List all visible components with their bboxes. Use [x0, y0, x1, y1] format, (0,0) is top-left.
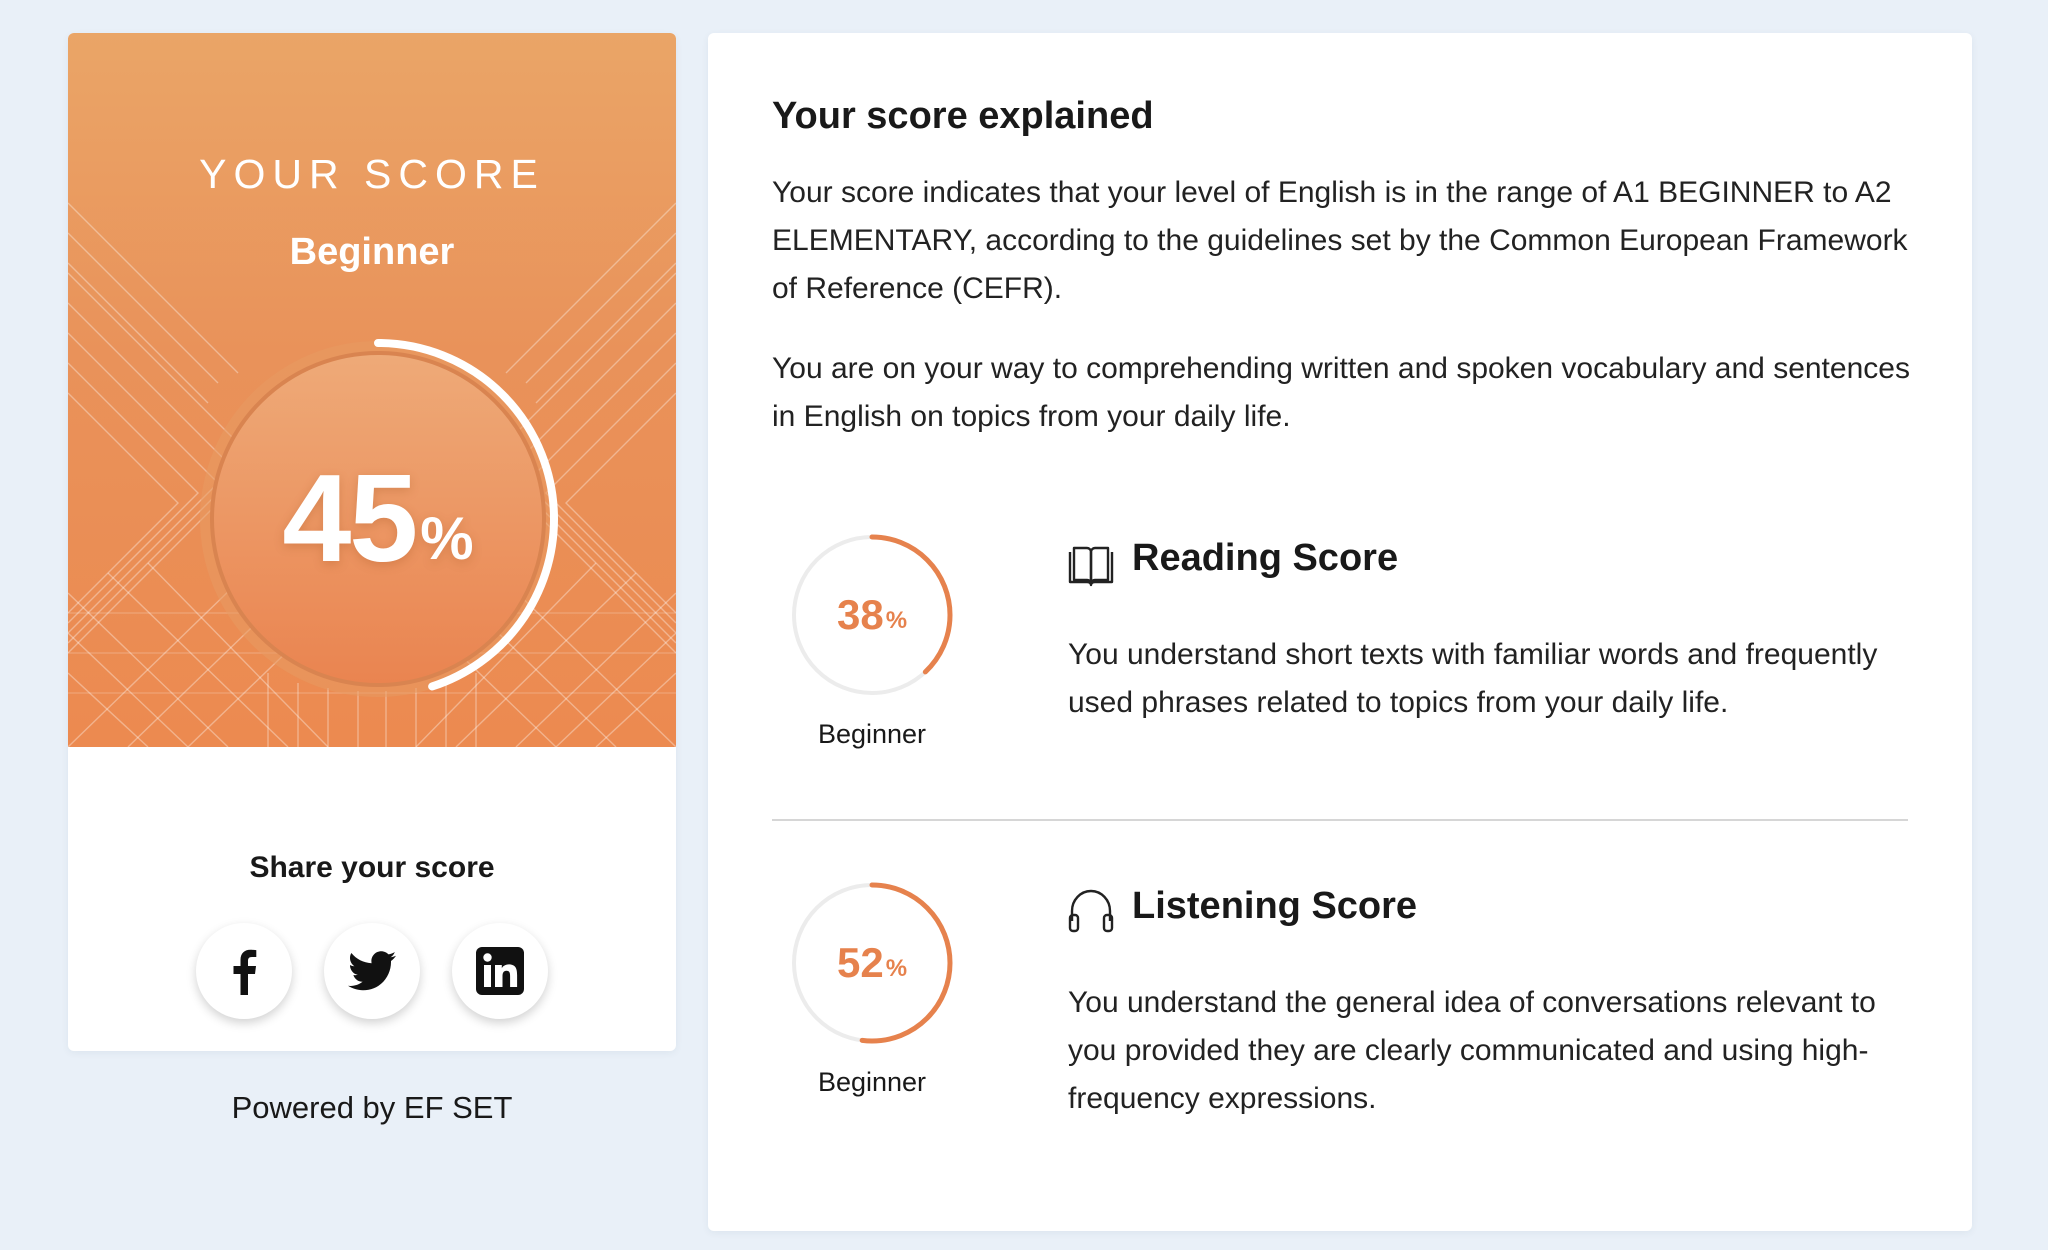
- page: YOUR SCORE Beginner 45 % Share your scor…: [0, 0, 2048, 1250]
- score-card: YOUR SCORE Beginner 45 % Share your scor…: [68, 33, 676, 1051]
- overall-score-percent-sign: %: [420, 504, 474, 572]
- score-hero: YOUR SCORE Beginner 45 %: [68, 33, 676, 747]
- powered-by-text: Powered by EF SET: [231, 1090, 513, 1125]
- your-score-heading: YOUR SCORE: [199, 151, 545, 197]
- share-twitter-button[interactable]: [324, 923, 420, 1019]
- share-facebook-button[interactable]: [196, 923, 292, 1019]
- share-linkedin-button[interactable]: [452, 923, 548, 1019]
- section-divider: [772, 819, 1908, 821]
- facebook-icon: [233, 949, 257, 995]
- overall-level-label: Beginner: [289, 231, 455, 273]
- explanation-paragraph-1: Your score indicates that your level of …: [772, 176, 1908, 305]
- reading-score-title: Reading Score: [1132, 537, 1399, 579]
- overall-score-number: 45: [282, 450, 418, 588]
- listening-score-value: 52 %: [790, 881, 954, 1045]
- score-explanation-card: Your score explained Your score indicate…: [708, 33, 1972, 1231]
- listening-score-percent-sign: %: [885, 955, 908, 982]
- reading-score-number: 38: [836, 591, 884, 638]
- share-heading: Share your score: [249, 851, 495, 884]
- linkedin-icon: [476, 947, 524, 995]
- reading-score-description: You understand short texts with familiar…: [1068, 638, 1878, 719]
- listening-score-title: Listening Score: [1132, 885, 1418, 927]
- reading-score-value: 38 %: [790, 533, 954, 697]
- headphones-icon: [1068, 889, 1114, 933]
- listening-score-description: You understand the general idea of conve…: [1068, 986, 1876, 1115]
- reading-level-label: Beginner: [817, 719, 927, 749]
- listening-level-label: Beginner: [817, 1067, 927, 1097]
- book-icon: [1068, 546, 1114, 587]
- overall-score-value: 45 %: [188, 329, 568, 709]
- reading-score-percent-sign: %: [885, 607, 908, 634]
- explanation-title: Your score explained: [772, 95, 1154, 137]
- explanation-paragraph-2: You are on your way to comprehending wri…: [772, 352, 1910, 433]
- listening-score-number: 52: [836, 939, 884, 986]
- twitter-icon: [348, 951, 396, 991]
